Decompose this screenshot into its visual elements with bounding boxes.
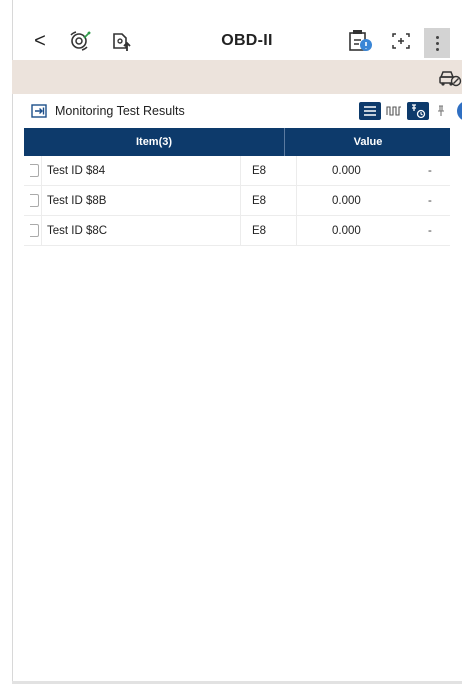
row-divider bbox=[296, 216, 297, 246]
table-row[interactable]: Test ID $84 E8 0.000 - bbox=[24, 156, 450, 186]
row-unit: E8 bbox=[252, 195, 267, 207]
pin-icon bbox=[438, 105, 444, 116]
scan-settings-icon bbox=[70, 31, 91, 51]
back-button[interactable]: < bbox=[30, 28, 50, 54]
row-divider bbox=[41, 216, 42, 246]
row-value: 0.000 bbox=[332, 165, 361, 177]
row-unit: E8 bbox=[252, 165, 267, 177]
row-name: Test ID $8C bbox=[47, 225, 108, 237]
row-unit: E8 bbox=[252, 225, 267, 237]
column-header-value[interactable]: Value bbox=[286, 128, 450, 156]
more-vert-icon bbox=[435, 35, 439, 39]
upload-button[interactable] bbox=[108, 28, 134, 54]
table-header: Item(3) Value bbox=[24, 128, 450, 156]
list-view-button[interactable] bbox=[359, 102, 381, 120]
section-header: Monitoring Test Results bbox=[12, 98, 462, 126]
upload-icon bbox=[113, 33, 131, 51]
waveform-view-button[interactable] bbox=[385, 102, 403, 120]
row-name: Test ID $8B bbox=[47, 195, 107, 207]
row-extra: - bbox=[428, 165, 432, 177]
row-divider bbox=[240, 156, 241, 186]
report-icon bbox=[349, 30, 372, 51]
row-divider bbox=[296, 186, 297, 216]
row-divider bbox=[240, 186, 241, 216]
more-vert-dot bbox=[435, 47, 439, 51]
more-menu-button[interactable] bbox=[424, 28, 450, 58]
results-table: Item(3) Value Test ID $84 E8 0.000 - Tes… bbox=[24, 128, 450, 246]
scan-settings-button[interactable] bbox=[66, 28, 94, 54]
car-diagnostic-button[interactable] bbox=[438, 68, 462, 88]
side-panel-handle[interactable] bbox=[457, 101, 462, 121]
fit-screen-button[interactable] bbox=[389, 28, 413, 54]
row-checkbox[interactable] bbox=[30, 224, 39, 237]
back-icon: < bbox=[34, 29, 46, 52]
toolbar-strip bbox=[12, 60, 462, 94]
row-divider bbox=[41, 186, 42, 216]
filter-icon bbox=[412, 104, 426, 119]
report-button[interactable] bbox=[345, 28, 375, 54]
enter-panel-icon bbox=[31, 104, 47, 118]
filter-button[interactable] bbox=[407, 102, 429, 120]
row-value: 0.000 bbox=[332, 225, 361, 237]
waveform-icon bbox=[386, 106, 401, 116]
table-row[interactable]: Test ID $8B E8 0.000 - bbox=[24, 186, 450, 216]
row-divider bbox=[296, 156, 297, 186]
section-title: Monitoring Test Results bbox=[55, 104, 185, 118]
page-title: OBD-II bbox=[221, 32, 273, 49]
row-value: 0.000 bbox=[332, 195, 361, 207]
column-separator bbox=[284, 128, 285, 156]
row-extra: - bbox=[428, 225, 432, 237]
pin-button[interactable] bbox=[435, 102, 447, 120]
row-checkbox[interactable] bbox=[30, 164, 39, 177]
table-row[interactable]: Test ID $8C E8 0.000 - bbox=[24, 216, 450, 246]
expand-panel-button[interactable] bbox=[31, 104, 47, 118]
row-checkbox[interactable] bbox=[30, 194, 39, 207]
more-vert-dot bbox=[435, 41, 439, 45]
car-diagnostic-icon bbox=[439, 71, 462, 87]
row-name: Test ID $84 bbox=[47, 165, 106, 177]
row-extra: - bbox=[428, 195, 432, 207]
fit-screen-icon bbox=[392, 33, 410, 49]
top-bar: < OBD-II bbox=[12, 22, 462, 60]
column-header-item[interactable]: Item(3) bbox=[24, 128, 284, 156]
row-divider bbox=[41, 156, 42, 186]
list-view-icon bbox=[364, 106, 376, 116]
row-divider bbox=[240, 216, 241, 246]
